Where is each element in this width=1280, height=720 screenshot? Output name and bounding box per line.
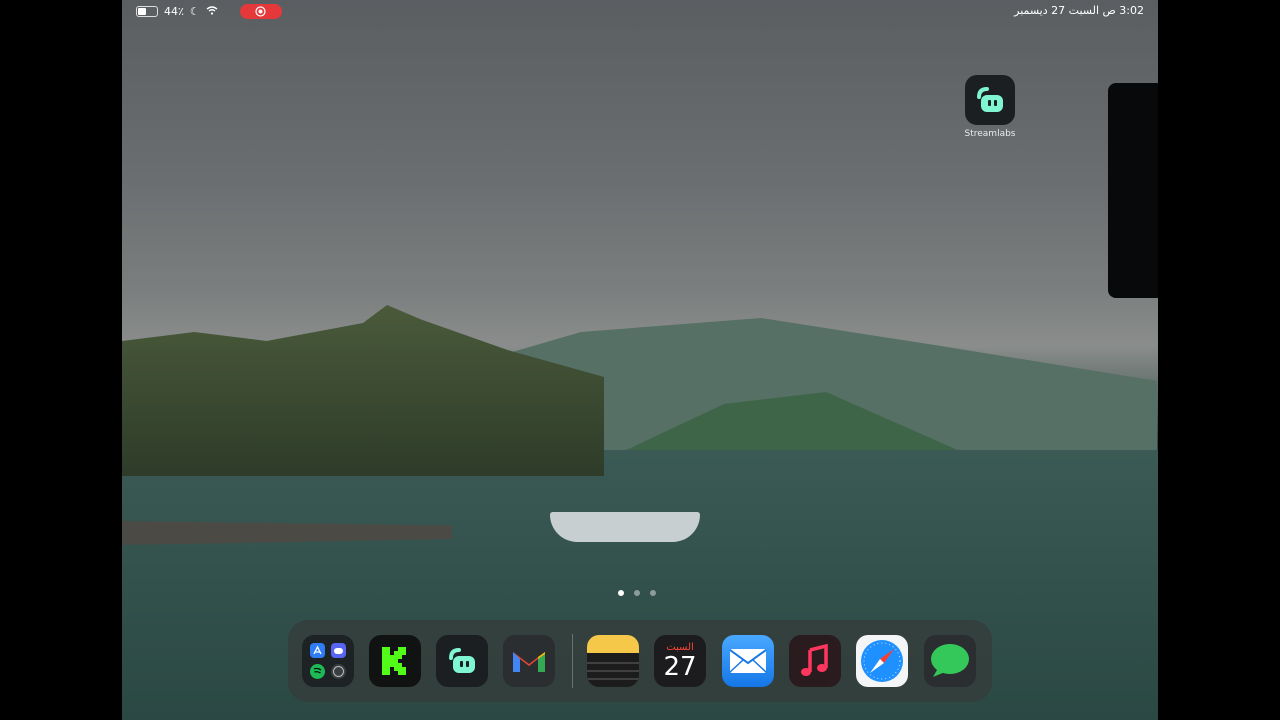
home-screen: 44٪ ☾ 3:02 ص السبت 27 ديسمبر Streamlabs [122,0,1158,720]
battery-icon [136,6,158,17]
dock-music[interactable] [789,635,841,687]
page-dot-3[interactable] [650,590,656,596]
dock-mail[interactable] [722,635,774,687]
streamlabs-icon [965,75,1015,125]
mail-icon [729,649,767,673]
dock-kick[interactable] [369,635,421,687]
dock-apps-folder[interactable] [302,635,354,687]
dock-notes[interactable] [587,635,639,687]
notes-icon [587,662,639,680]
folder-icon [310,643,346,679]
wifi-icon [206,5,218,18]
wallpaper-boat [550,512,700,542]
kick-icon [382,647,406,675]
dock-calendar[interactable]: السبت 27 [654,635,706,687]
calendar-weekday: السبت [666,641,694,653]
slide-over-panel[interactable] [1108,83,1158,298]
screen-recording-indicator[interactable] [239,4,282,19]
messages-bubble-icon [931,644,969,677]
streamlabs-icon [449,648,475,673]
dock-streamlabs[interactable] [436,635,488,687]
status-bar: 44٪ ☾ 3:02 ص السبت 27 ديسمبر [122,0,1158,20]
wallpaper-village [122,305,604,476]
dock-messages[interactable] [924,635,976,687]
dock-separator [572,634,573,688]
gmail-icon [513,652,545,672]
dock: السبت 27 [288,620,992,702]
battery-percentage: 44٪ [164,5,184,18]
status-left: 44٪ ☾ [136,4,282,19]
moon-icon: ☾ [189,5,200,18]
status-time-date: 3:02 ص السبت 27 ديسمبر [1014,4,1144,17]
record-icon [255,6,266,17]
music-note-icon [801,644,828,676]
page-dot-2[interactable] [634,590,640,596]
page-indicator[interactable] [618,590,656,596]
dock-gmail[interactable] [503,635,555,687]
desktop-app-streamlabs[interactable]: Streamlabs [960,75,1020,139]
page-dot-1[interactable] [618,590,624,596]
desktop-app-label: Streamlabs [964,129,1016,139]
dock-safari[interactable] [856,635,908,687]
safari-compass-icon [861,640,903,682]
calendar-day: 27 [663,651,697,682]
